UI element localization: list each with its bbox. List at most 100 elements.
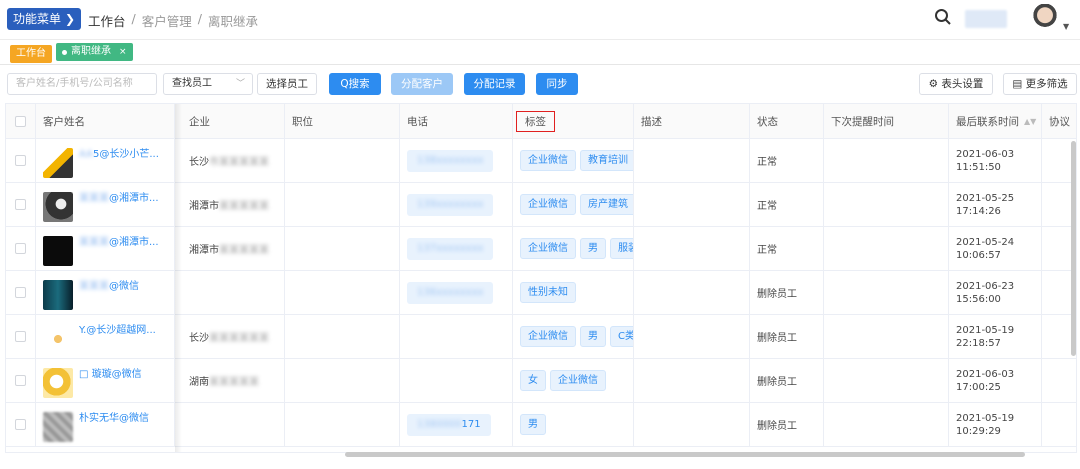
last-contact-clock: 11:51:50 — [956, 161, 1001, 173]
table-row[interactable]: □ 璇璇@微信 湖南某某某某某 女企业微信 删除员工 2021-06-03 17:… — [6, 359, 1076, 403]
last-contact-clock: 15:56:00 — [956, 293, 1001, 305]
row-checkbox-cell — [6, 315, 36, 358]
chevron-right-icon: ❯ — [65, 12, 76, 26]
blurred-text: 某某某某某 — [219, 201, 269, 212]
customer-name-cell: 某某某@湘潭市... — [36, 227, 175, 270]
customer-name[interactable]: 某某某@湘潭市... — [79, 236, 159, 249]
phone-cell: 139xxxxxxxx — [400, 183, 513, 226]
phone-chip[interactable]: 1380000171 — [407, 413, 491, 436]
table-row[interactable]: 朴实无华@微信 1380000171 男 删除员工 2021-05-19 10:2… — [6, 403, 1076, 447]
select-staff-button[interactable]: 选择员工 — [257, 73, 317, 95]
table-row[interactable]: Y.@长沙超越网... 长沙某某某某某某 企业微信男 C类 删除员工 2021-0… — [6, 315, 1076, 359]
header-settings-button[interactable]: ⚙ 表头设置 — [919, 73, 993, 95]
tag-cell: 男 — [513, 403, 634, 446]
close-icon[interactable]: × — [119, 43, 127, 61]
row-checkbox[interactable] — [15, 199, 26, 210]
last-contact-date: 2021-06-23 — [956, 280, 1015, 292]
customer-name-cell: Y.@长沙超越网... — [36, 315, 175, 358]
table-row[interactable]: AA5@长沙小芒... 长沙市某某某某某 138xxxxxxxx 企业微信 教育培… — [6, 139, 1076, 183]
tag-cell: 女企业微信 — [513, 359, 634, 402]
col-last-contact-label: 最后联系时间 — [956, 115, 1019, 128]
chevron-down-icon: ﹀ — [235, 79, 245, 89]
user-avatar[interactable] — [1030, 4, 1060, 36]
next-reminder-cell — [824, 139, 949, 182]
blurred-text: 1380000 — [417, 418, 462, 430]
user-name[interactable] — [965, 10, 1007, 28]
tag-chip: 男 — [520, 414, 546, 435]
assign-customer-button[interactable]: 分配客户 — [391, 73, 453, 95]
customer-name[interactable]: 某某某@微信 — [79, 280, 139, 293]
phone-chip[interactable]: 138xxxxxxxx — [407, 149, 494, 172]
status-cell: 正常 — [750, 183, 824, 226]
customer-name-text: Y.@长沙超越网... — [79, 325, 156, 336]
corp-prefix: 湖南 — [189, 377, 209, 388]
breadcrumb-customer-management[interactable]: 客户管理 — [142, 11, 192, 30]
row-checkbox[interactable] — [15, 155, 26, 166]
customer-avatar — [43, 280, 73, 310]
search-button[interactable]: Q搜索 — [329, 73, 381, 95]
blurred-text: 市某某某某某 — [209, 157, 269, 168]
col-phone: 电话 — [400, 104, 513, 138]
corp-cell: 长沙某某某某某某 — [182, 315, 285, 358]
vertical-scrollbar[interactable] — [1071, 141, 1076, 356]
col-next-reminder: 下次提醒时间 — [824, 104, 949, 138]
assign-record-button[interactable]: 分配记录 — [464, 73, 525, 95]
caret-down-icon[interactable]: ▼ — [1063, 22, 1069, 31]
customer-search-input[interactable]: 客户姓名/手机号/公司名称 — [7, 73, 157, 95]
staff-select[interactable]: 查找员工 ﹀ — [163, 73, 253, 95]
row-checkbox-cell — [6, 227, 36, 270]
phone-chip[interactable]: 136xxxxxxxx — [407, 281, 494, 304]
blurred-text: AA — [79, 149, 93, 160]
col-last-contact[interactable]: 最后联系时间 ▲▼ — [949, 104, 1042, 138]
customer-name[interactable]: AA5@长沙小芒... — [79, 148, 159, 161]
customer-name[interactable]: 朴实无华@微信 — [79, 412, 149, 425]
customer-name-cell: 某某某@微信 — [36, 271, 175, 314]
phone-chip[interactable]: 139xxxxxxxx — [407, 193, 494, 216]
row-checkbox[interactable] — [15, 287, 26, 298]
tag-chip: 企业微信 — [520, 150, 576, 171]
function-menu-button[interactable]: 功能菜单 ❯ — [7, 8, 82, 30]
search-icon[interactable] — [934, 8, 952, 26]
table-header: 客户姓名 企业 职位 电话 标签 描述 状态 下次提醒时间 最后联系时间 ▲▼ 协… — [6, 104, 1076, 139]
table-row[interactable]: 某某某@湘潭市... 湘潭市某某某某某 139xxxxxxxx 企业微信 房产建筑… — [6, 183, 1076, 227]
more-filter-button[interactable]: ▤ 更多筛选 — [1003, 73, 1077, 95]
last-contact-time: 2021-05-19 22:18:57 — [956, 324, 1014, 350]
customer-name-text: 5@长沙小芒... — [92, 149, 159, 160]
row-checkbox[interactable] — [15, 331, 26, 342]
customer-info: 某某某@湘潭市... — [43, 183, 159, 226]
last-contact-cell: 2021-05-19 10:29:29 — [949, 403, 1042, 446]
row-checkbox[interactable] — [15, 243, 26, 254]
tab-workbench[interactable]: 工作台 — [10, 45, 52, 63]
corp-cell: 湖南某某某某某 — [182, 359, 285, 402]
customer-name[interactable]: Y.@长沙超越网... — [79, 324, 156, 337]
last-contact-time: 2021-05-19 10:29:29 — [956, 412, 1014, 438]
row-checkbox[interactable] — [15, 419, 26, 430]
row-checkbox-cell — [6, 139, 36, 182]
sort-icon[interactable]: ▲▼ — [1024, 117, 1036, 126]
horizontal-scrollbar[interactable] — [345, 452, 1025, 457]
customer-name-text: @湘潭市... — [109, 237, 159, 248]
customer-info: Y.@长沙超越网... — [43, 315, 156, 358]
row-checkbox[interactable] — [15, 375, 26, 386]
row-checkbox-cell — [6, 271, 36, 314]
customer-name[interactable]: □ 璇璇@微信 — [79, 368, 142, 381]
phone-tail: 171 — [461, 418, 481, 430]
tag-cell: 企业微信男 C类 — [513, 315, 634, 358]
tab-label: 离职继承 — [71, 46, 111, 57]
table-row[interactable]: 某某某@湘潭市... 湘潭市某某某某某 137xxxxxxxx 企业微信男服装 … — [6, 227, 1076, 271]
breadcrumb-workbench[interactable]: 工作台 — [88, 11, 126, 30]
customer-info: 某某某@微信 — [43, 271, 139, 314]
corp-cell: 长沙市某某某某某 — [182, 139, 285, 182]
tab-resign-inherit[interactable]: 离职继承 × — [56, 43, 133, 61]
customer-info: AA5@长沙小芒... — [43, 139, 159, 182]
blurred-text: 某某某 — [79, 237, 109, 248]
blurred-text: 某某某某某 — [219, 245, 269, 256]
tag-chip: 男 — [580, 238, 606, 259]
table-row[interactable]: 某某某@微信 136xxxxxxxx 性别未知 删除员工 2021-06-23 1… — [6, 271, 1076, 315]
status-cell: 删除员工 — [750, 271, 824, 314]
phone-chip[interactable]: 137xxxxxxxx — [407, 237, 494, 260]
sync-button[interactable]: 同步 — [536, 73, 578, 95]
blurred-text: 某某某 — [79, 193, 109, 204]
select-all-checkbox[interactable] — [15, 115, 26, 127]
customer-name[interactable]: 某某某@湘潭市... — [79, 192, 159, 205]
